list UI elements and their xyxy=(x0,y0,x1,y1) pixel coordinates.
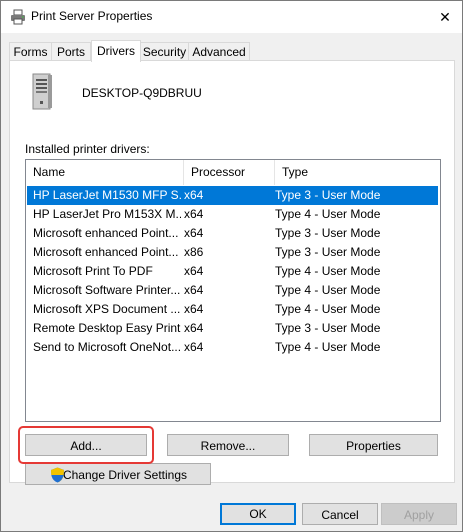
driver-processor-cell: x64 xyxy=(184,188,204,202)
driver-name-cell: HP LaserJet Pro M153X M... xyxy=(33,207,181,221)
table-row[interactable]: Microsoft enhanced Point... x64 Type 3 - U… xyxy=(27,224,438,243)
driver-type-cell: Type 3 - User Mode xyxy=(275,226,381,240)
driver-type-cell: Type 3 - User Mode xyxy=(275,245,381,259)
server-name: DESKTOP-Q9DBRUU xyxy=(82,86,202,100)
driver-processor-cell: x64 xyxy=(184,226,204,240)
column-header-type[interactable]: Type xyxy=(275,160,439,185)
driver-processor-cell: x64 xyxy=(184,207,204,221)
driver-type-cell: Type 4 - User Mode xyxy=(275,264,381,278)
driver-type-cell: Type 3 - User Mode xyxy=(275,188,381,202)
driver-processor-cell: x64 xyxy=(184,283,204,297)
driver-name-cell: Microsoft enhanced Point... xyxy=(33,226,179,240)
column-header-name[interactable]: Name xyxy=(26,160,183,185)
uac-shield-icon xyxy=(51,467,64,483)
driver-type-cell: Type 4 - User Mode xyxy=(275,207,381,221)
table-row[interactable]: Microsoft Software Printer... x64 Type 4 -… xyxy=(27,281,438,300)
driver-name-cell: HP LaserJet M1530 MFP S... xyxy=(33,188,181,202)
driver-processor-cell: x64 xyxy=(184,264,204,278)
list-header: Name Processor Type xyxy=(26,160,440,185)
driver-processor-cell: x86 xyxy=(184,245,204,259)
driver-name-cell: Microsoft enhanced Point... xyxy=(33,245,179,259)
tab-security[interactable]: Security xyxy=(140,42,189,61)
driver-type-cell: Type 3 - User Mode xyxy=(275,321,381,335)
table-row[interactable]: Microsoft enhanced Point... x86 Type 3 - U… xyxy=(27,243,438,262)
ok-button[interactable]: OK xyxy=(220,503,296,525)
driver-type-cell: Type 4 - User Mode xyxy=(275,340,381,354)
table-row[interactable]: Microsoft Print To PDF x64 Type 4 - User M… xyxy=(27,262,438,281)
driver-name-cell: Microsoft Software Printer... xyxy=(33,283,181,297)
print-server-properties-dialog: Print Server Properties ✕ Forms Ports Dr… xyxy=(0,0,463,532)
tab-drivers[interactable]: Drivers xyxy=(91,40,141,62)
driver-type-cell: Type 4 - User Mode xyxy=(275,283,381,297)
change-driver-settings-button[interactable]: Change Driver Settings xyxy=(25,463,211,485)
driver-type-cell: Type 4 - User Mode xyxy=(275,302,381,316)
driver-name-cell: Remote Desktop Easy Print xyxy=(33,321,181,335)
tab-advanced[interactable]: Advanced xyxy=(188,42,250,61)
close-icon[interactable]: ✕ xyxy=(433,5,457,29)
table-row[interactable]: HP LaserJet Pro M153X M... x64 Type 4 - Us… xyxy=(27,205,438,224)
remove-driver-button[interactable]: Remove... xyxy=(167,434,289,456)
installed-drivers-label: Installed printer drivers: xyxy=(25,142,150,156)
column-header-processor[interactable]: Processor xyxy=(184,160,274,185)
table-row[interactable]: HP LaserJet M1530 MFP S... x64 Type 3 - Us… xyxy=(27,186,438,205)
driver-processor-cell: x64 xyxy=(184,321,204,335)
change-driver-settings-label: Change Driver Settings xyxy=(62,468,188,482)
title-bar: Print Server Properties ✕ xyxy=(1,1,462,33)
tab-ports[interactable]: Ports xyxy=(51,42,91,61)
cancel-button[interactable]: Cancel xyxy=(302,503,378,525)
printer-icon xyxy=(11,9,25,25)
computer-tower-icon xyxy=(32,73,52,110)
window-title: Print Server Properties xyxy=(31,9,153,23)
drivers-tab-panel: DESKTOP-Q9DBRUU Installed printer driver… xyxy=(9,60,455,485)
driver-name-cell: Send to Microsoft OneNot... xyxy=(33,340,181,354)
add-button-highlight xyxy=(18,426,154,464)
driver-processor-cell: x64 xyxy=(184,340,204,354)
table-row[interactable]: Microsoft XPS Document ... x64 Type 4 - Us… xyxy=(27,300,438,319)
driver-name-cell: Microsoft XPS Document ... xyxy=(33,302,181,316)
table-row[interactable]: Send to Microsoft OneNot... x64 Type 4 - U… xyxy=(27,338,438,357)
apply-button[interactable]: Apply xyxy=(381,503,457,525)
installed-drivers-list[interactable]: Name Processor Type HP LaserJet M1530 MF… xyxy=(25,159,441,422)
tab-forms[interactable]: Forms xyxy=(9,42,52,61)
driver-properties-button[interactable]: Properties xyxy=(309,434,438,456)
driver-name-cell: Microsoft Print To PDF xyxy=(33,264,153,278)
table-row[interactable]: Remote Desktop Easy Print x64 Type 3 - Use… xyxy=(27,319,438,338)
driver-processor-cell: x64 xyxy=(184,302,204,316)
